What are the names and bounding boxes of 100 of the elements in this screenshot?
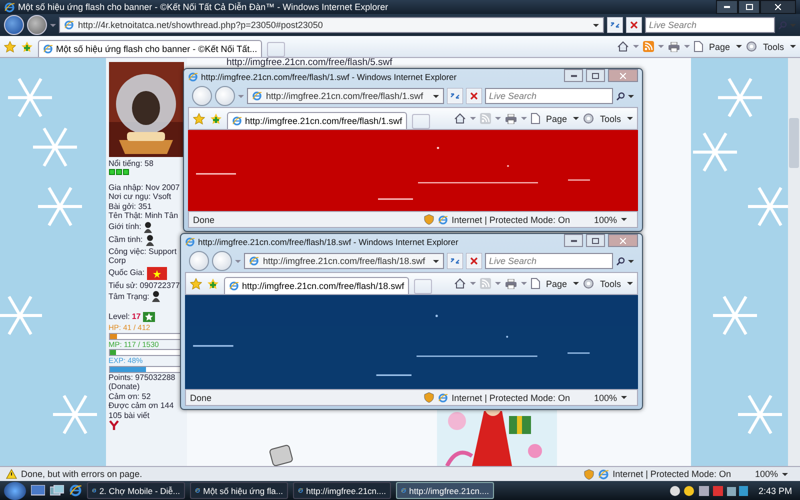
gear-icon[interactable] — [582, 278, 594, 289]
zoom-button[interactable]: 100% — [594, 392, 617, 402]
browser-tab[interactable]: http://imgfree.21cn.com/free/flash/1.swf — [227, 112, 408, 129]
profile-text: Quốc Gia: — [108, 268, 145, 278]
tools-menu-button[interactable]: Tools — [598, 114, 623, 124]
browser-tab[interactable]: Một số hiệu ứng flash cho banner - ©Kết Nối Tất... — [38, 40, 262, 57]
figure-icon — [144, 234, 155, 246]
dropdown-icon[interactable] — [628, 94, 634, 98]
ie-icon — [188, 72, 198, 82]
taskbar-button[interactable]: http://imgfree.21cn.... — [396, 482, 494, 499]
gear-icon[interactable] — [582, 113, 594, 124]
profile-text: Nơi cư ngụ: Vsoft — [108, 192, 172, 202]
dropdown-icon[interactable] — [790, 45, 796, 48]
close-button[interactable] — [760, 0, 796, 14]
dropdown-icon[interactable] — [782, 472, 788, 476]
back-button[interactable] — [4, 15, 24, 35]
level-label: Level: — [108, 312, 130, 322]
desktop-icon[interactable] — [31, 484, 45, 496]
ie-icon — [69, 484, 82, 497]
stop-icon[interactable] — [466, 253, 482, 269]
window-switch-icon[interactable] — [50, 484, 64, 496]
browser-tab[interactable]: http://imgfree.21cn.com/free/flash/18.swf — [224, 277, 410, 294]
page-icon[interactable] — [694, 41, 703, 52]
shield-icon — [424, 214, 434, 225]
refresh-icon[interactable] — [447, 253, 463, 269]
home-icon[interactable] — [454, 278, 466, 289]
profile-text: Tiểu sử: 090722377 — [108, 280, 180, 290]
ie-icon — [252, 91, 262, 101]
dropdown-icon[interactable] — [627, 117, 633, 120]
add-favorite-icon[interactable] — [207, 278, 219, 290]
ie-icon — [185, 237, 195, 247]
address-field[interactable]: http://imgfree.21cn.com/free/flash/1.swf — [247, 88, 444, 104]
profile-text: Tên Thật: Minh Tân — [108, 211, 178, 220]
reputation-icon — [108, 168, 128, 174]
dropdown-icon[interactable] — [572, 117, 579, 120]
tools-menu-button[interactable]: Tools — [598, 278, 623, 288]
printer-icon[interactable] — [504, 278, 517, 288]
profile-text: Công việc: Support — [108, 246, 177, 256]
profile-text: Giới tính: — [108, 222, 142, 232]
tools-menu-button[interactable]: Tools — [760, 42, 786, 52]
page-menu-button[interactable]: Page — [706, 42, 732, 52]
address-field[interactable]: http://4r.ketnoitatca.net/showthread.php?p=23050#post23050 — [59, 17, 604, 33]
zoom-button[interactable]: 100% — [594, 214, 617, 224]
yahoo-icon — [108, 420, 118, 431]
dropdown-icon[interactable] — [621, 396, 627, 399]
page-menu-button[interactable]: Page — [544, 278, 569, 288]
level-value: 17 — [132, 312, 141, 322]
dropdown-icon[interactable] — [627, 282, 633, 285]
search-field[interactable]: Live Search — [485, 88, 613, 104]
gear-icon[interactable] — [746, 41, 757, 52]
favorites-star-icon[interactable] — [4, 40, 16, 52]
profile-text: Corp — [108, 256, 126, 266]
shield-icon — [424, 392, 434, 403]
printer-icon[interactable] — [668, 42, 680, 52]
feed-icon[interactable] — [642, 41, 654, 52]
dropdown-icon[interactable] — [628, 260, 634, 262]
home-icon[interactable] — [454, 113, 466, 124]
scrollbar[interactable] — [788, 58, 800, 466]
ie-icon — [232, 116, 242, 126]
dropdown-icon[interactable] — [736, 45, 742, 48]
taskbar-button[interactable]: Một số hiệu ứng fla... — [190, 482, 288, 499]
refresh-icon[interactable] — [447, 88, 463, 104]
figure-icon — [143, 222, 154, 232]
ie-icon — [4, 2, 15, 12]
page-icon[interactable] — [530, 278, 540, 289]
dropdown-icon[interactable] — [621, 218, 627, 221]
ie-icon — [438, 214, 448, 224]
stop-icon[interactable] — [466, 88, 482, 104]
printer-icon[interactable] — [504, 114, 517, 124]
taskbar-button[interactable]: 2. Chợ Mobile - Diễ... — [87, 482, 185, 499]
post-link[interactable]: http://imgfree.21cn.com/free/flash/5.swf — [226, 58, 392, 68]
dropdown-icon[interactable] — [572, 282, 579, 285]
refresh-icon[interactable] — [607, 17, 623, 33]
page-menu-button[interactable]: Page — [544, 114, 569, 124]
restore-button[interactable] — [738, 0, 760, 14]
taskbar-button[interactable]: http://imgfree.21cn.... — [293, 482, 391, 499]
shield-icon — [584, 468, 594, 480]
profile-text: Nổi tiếng: 58 — [108, 159, 154, 168]
address-field[interactable]: http://imgfree.21cn.com/free/flash/18.swf — [244, 253, 444, 269]
start-button[interactable] — [4, 482, 26, 500]
flag-icon — [146, 266, 167, 280]
add-favorite-icon[interactable] — [21, 40, 33, 52]
stop-icon[interactable] — [626, 17, 642, 33]
ie-icon — [249, 256, 259, 266]
page-icon[interactable] — [530, 113, 540, 124]
ie-icon — [64, 20, 74, 30]
window-title: Một số hiệu ứng flash cho banner - ©Kết Nối Tất Cả Diễn Đàn™ - Windows Internet Explorer — [18, 2, 388, 12]
search-field[interactable]: Live Search — [485, 253, 613, 269]
zoom-button[interactable]: 100% — [754, 469, 778, 479]
security-zone-text: Internet | Protected Mode: On — [612, 469, 731, 479]
home-icon[interactable] — [616, 41, 629, 52]
favorites-star-icon[interactable] — [193, 112, 205, 124]
search-field[interactable]: Live Search — [645, 17, 775, 33]
add-favorite-icon[interactable] — [210, 112, 222, 124]
minimize-button[interactable] — [716, 0, 738, 14]
profile-text: Cảm ơn: 52 — [108, 392, 151, 401]
window-title: http://imgfree.21cn.com/free/flash/1.swf - Windows Internet Explorer — [201, 72, 457, 82]
forward-button[interactable] — [27, 15, 47, 35]
clock: 2:43 PM — [757, 486, 793, 496]
favorites-star-icon[interactable] — [190, 278, 202, 290]
